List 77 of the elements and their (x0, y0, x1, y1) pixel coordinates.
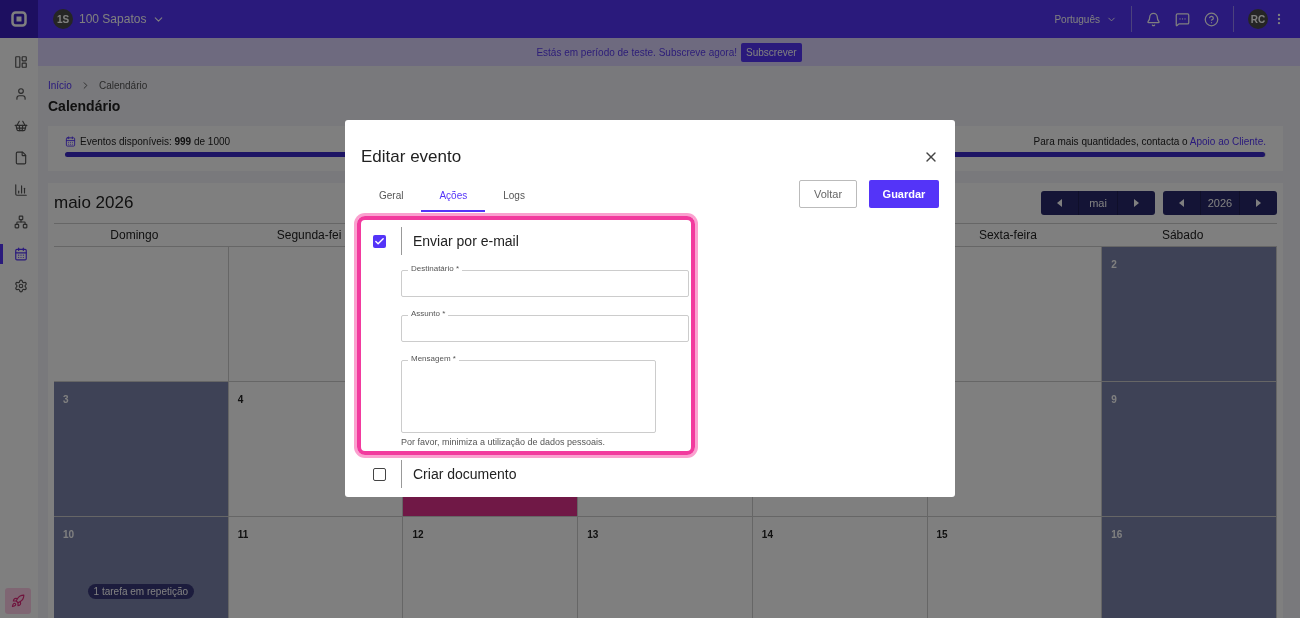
day-cell[interactable]: 9 (1102, 381, 1277, 516)
repeat-task-badge[interactable]: 1 tarefa em repetição (87, 584, 195, 599)
calendar-icon (13, 247, 28, 261)
caret-right-icon (1134, 199, 1139, 207)
action-label: Criar documento (413, 466, 517, 482)
month-label: mai (1078, 191, 1118, 215)
settings-icon (13, 279, 28, 293)
day-number: 4 (237, 394, 244, 405)
layout-icon (13, 55, 28, 69)
calendar-icon (65, 136, 76, 147)
events-available: Eventos disponíveis: 999 de 1000 (80, 136, 231, 147)
subscribe-button[interactable]: Subscrever (741, 42, 802, 62)
help-icon[interactable] (1204, 11, 1219, 27)
launch-button[interactable] (5, 588, 31, 614)
weekday-label: Sexta-feira (978, 228, 1037, 242)
tab[interactable]: Ações (421, 181, 486, 212)
day-number: 15 (936, 529, 948, 540)
tab[interactable]: Geral (361, 181, 422, 212)
calendar-title: maio 2026 (54, 193, 134, 213)
tab[interactable]: Logs (485, 181, 543, 212)
weekday-label: Sábado (1161, 228, 1204, 242)
field-label: Destinatário * (408, 264, 463, 273)
checkbox[interactable] (373, 467, 386, 481)
day-cell[interactable]: 12 (403, 516, 579, 618)
day-number: 9 (1111, 394, 1117, 405)
day-cell[interactable]: 3 (54, 381, 229, 516)
day-number: 3 (63, 394, 69, 405)
caret-left-icon (1057, 199, 1062, 207)
day-number: 2 (1111, 259, 1117, 270)
weekday-label: Domingo (110, 228, 159, 242)
day-number: 14 (761, 529, 773, 540)
save-button[interactable]: Guardar (869, 180, 939, 209)
network-icon (13, 215, 28, 229)
company-avatar: 1S (53, 9, 73, 29)
day-number: 16 (1111, 529, 1123, 540)
day-number: 13 (587, 529, 599, 540)
action-label: Enviar por e-mail (413, 233, 519, 249)
app-logo[interactable] (0, 0, 38, 38)
weekday-label: Segunda-fei (276, 228, 342, 242)
back-button[interactable]: Voltar (799, 180, 857, 209)
year-label: 2026 (1200, 191, 1240, 215)
basket-icon (13, 119, 28, 133)
notifications-icon[interactable] (1146, 11, 1161, 27)
caret-right-icon (1256, 199, 1261, 207)
language-selector[interactable]: Português (1054, 13, 1100, 25)
chart-icon (13, 183, 28, 197)
day-cell[interactable]: 11 (228, 516, 404, 618)
caret-left-icon (1179, 199, 1184, 207)
day-cell[interactable]: 10 1 tarefa em repetição (54, 516, 229, 618)
day-cell[interactable]: 15 (927, 516, 1103, 618)
page-title: Calendário (48, 98, 122, 114)
day-number: 11 (237, 529, 249, 540)
rocket-icon (11, 594, 25, 608)
company-name[interactable]: 100 Sapatos (79, 12, 147, 26)
quantity-note: Para mais quantidades, contacta o Apoio ao Cliente. (1033, 136, 1266, 147)
user-avatar[interactable]: RC (1248, 9, 1268, 29)
day-number: 10 (63, 529, 75, 540)
file-icon (13, 151, 28, 165)
day-number: 12 (412, 529, 424, 540)
chat-icon[interactable] (1175, 11, 1190, 27)
check-icon (374, 235, 385, 247)
field-label: Assunto * (408, 309, 449, 318)
logo-icon (11, 11, 27, 27)
day-cell[interactable] (54, 246, 229, 381)
hint-text: Por favor, minimiza a utilização de dados pessoais. (401, 437, 607, 447)
dialog-title: Editar evento (361, 147, 462, 168)
breadcrumb-link[interactable]: Início (48, 79, 72, 91)
trial-message: Estás em período de teste. Subscreve agora! (536, 46, 738, 58)
support-link[interactable]: Apoio ao Cliente. (1189, 136, 1266, 147)
day-cell[interactable]: 13 (578, 516, 753, 618)
day-cell[interactable]: 2 (1102, 246, 1277, 381)
breadcrumb-current: Calendário (98, 79, 148, 91)
field-label: Mensagem * (408, 354, 459, 363)
day-cell[interactable]: 14 (752, 516, 928, 618)
checkbox[interactable] (373, 234, 386, 248)
day-cell[interactable]: 16 (1102, 516, 1277, 618)
user-icon (13, 87, 28, 101)
